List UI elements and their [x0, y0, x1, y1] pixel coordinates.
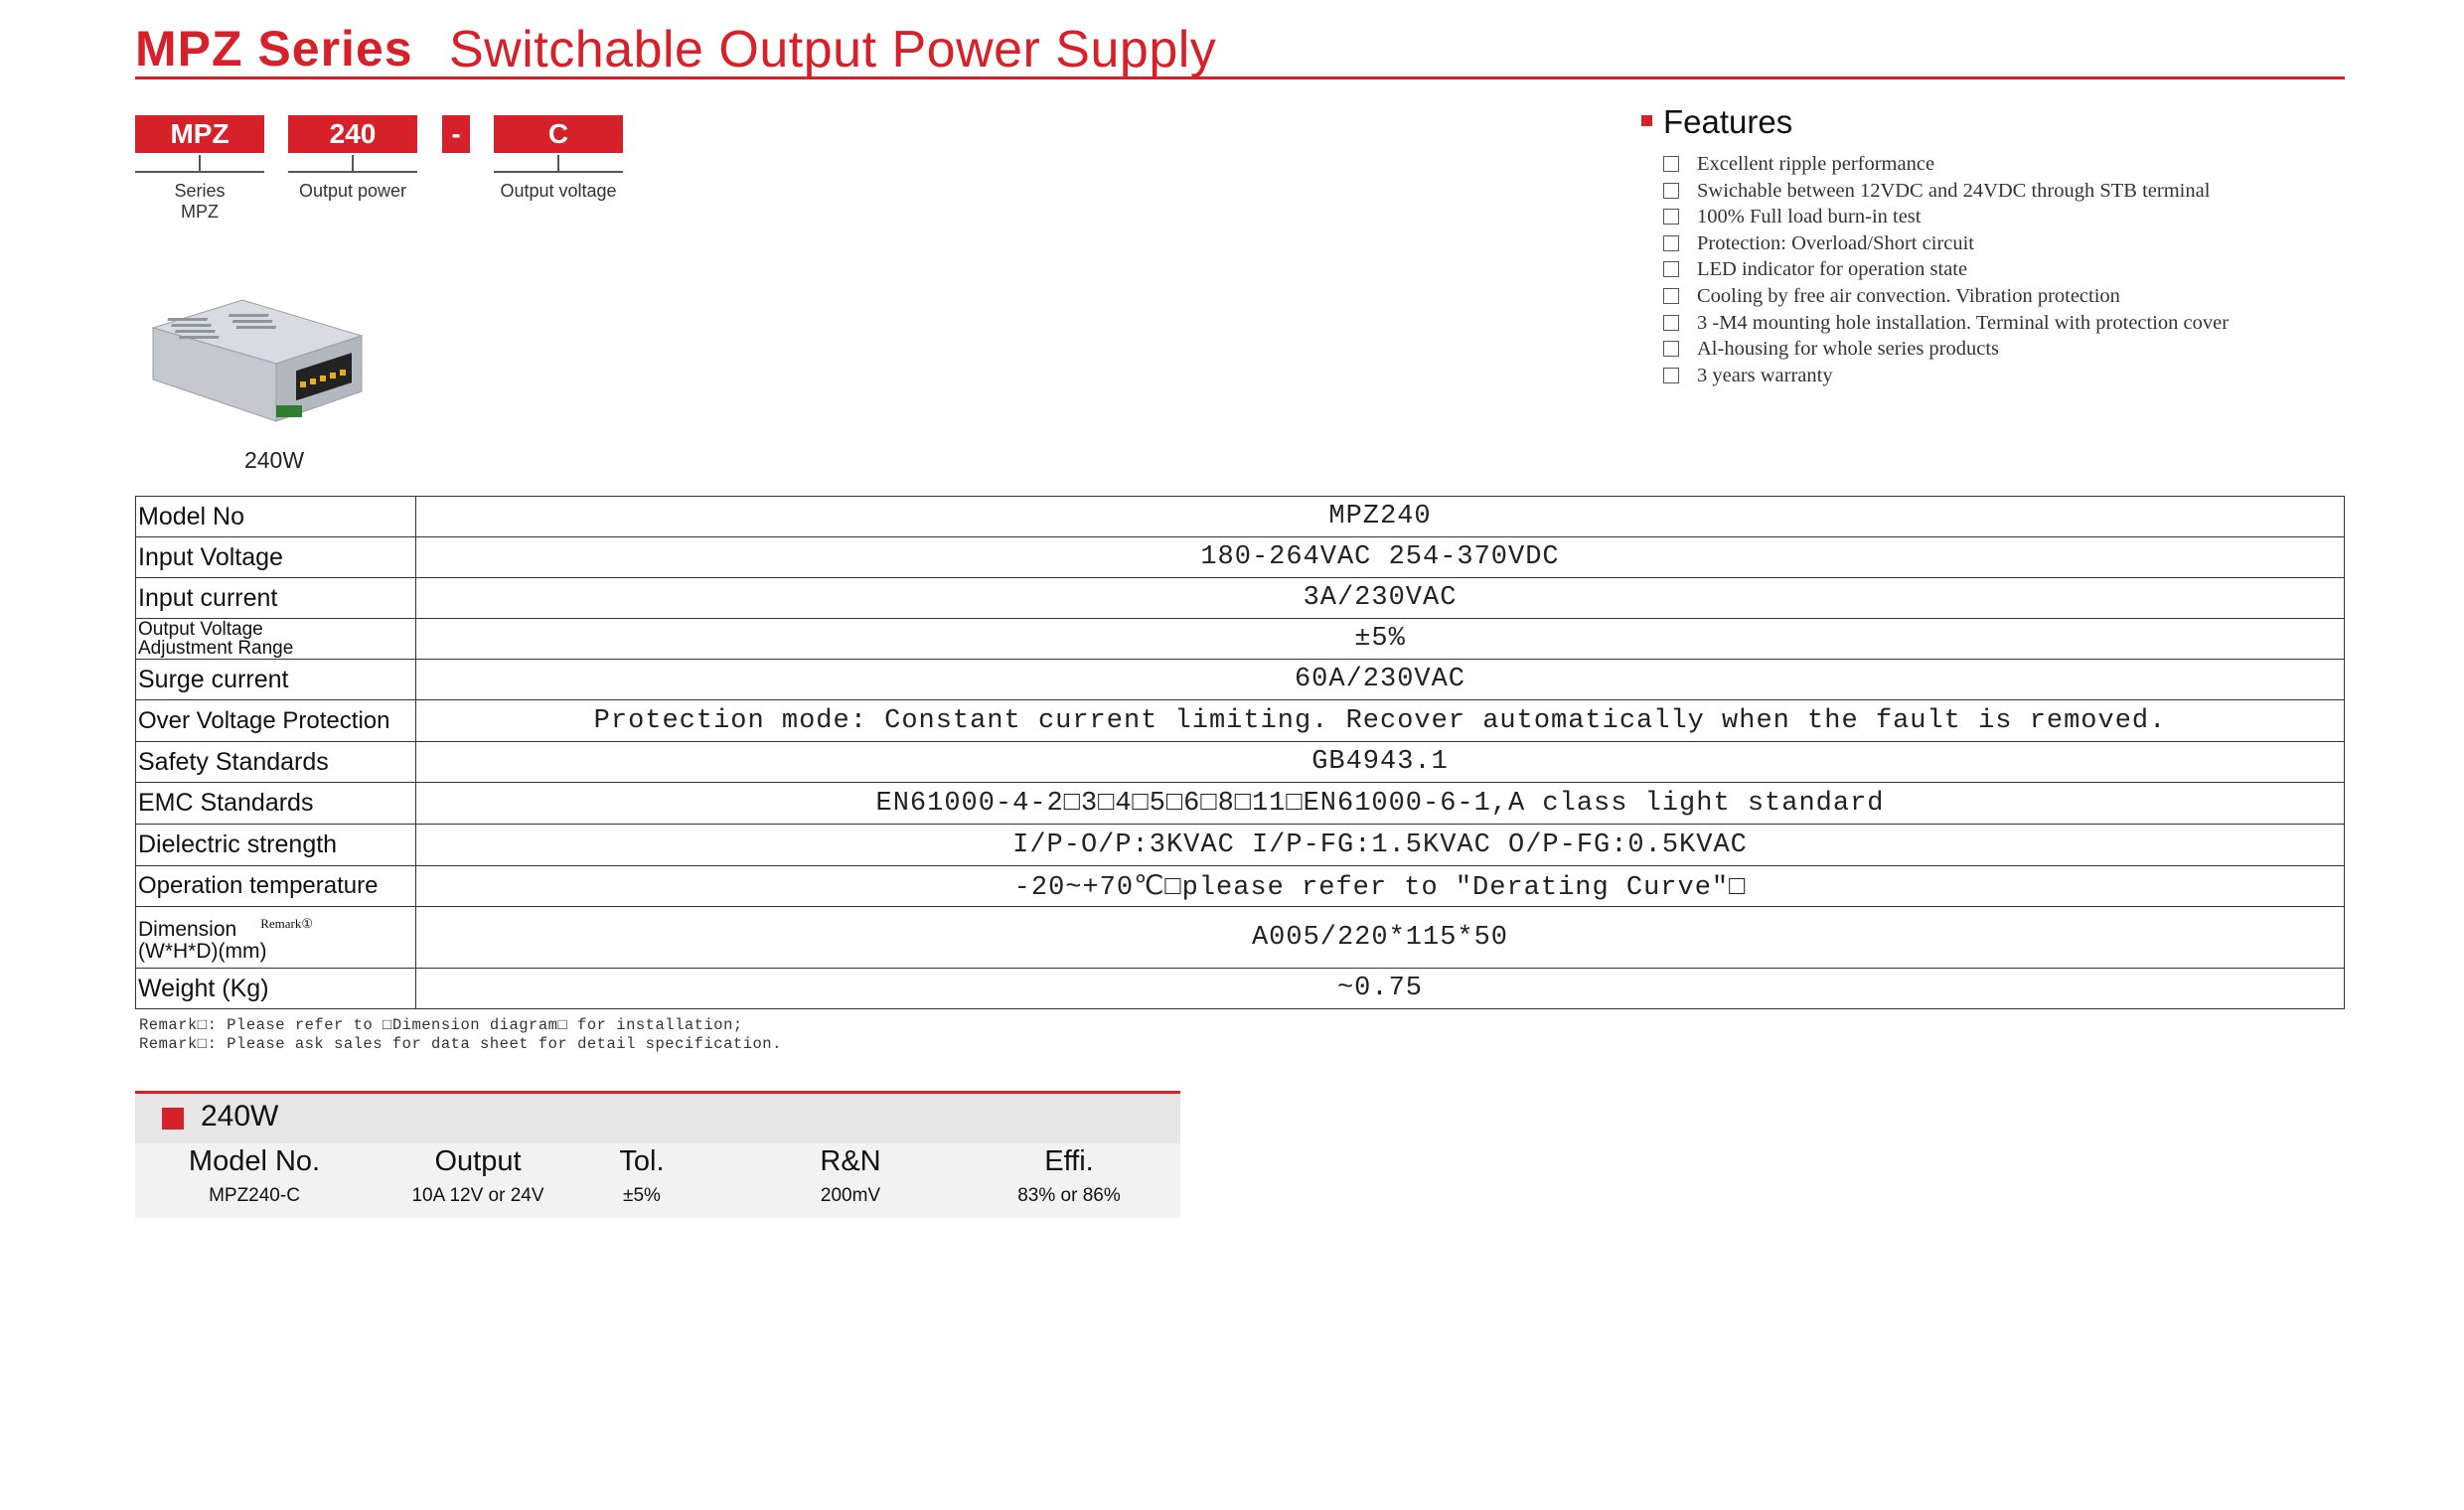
- spec-value: -20~+70℃□please refer to "Derating Curve…: [415, 865, 2345, 907]
- model-table: 240W Model No. Output Tol. R&N Effi. MPZ…: [135, 1091, 1180, 1218]
- checkbox-icon: [1663, 234, 1679, 251]
- feature-item: Cooling by free air convection. Vibratio…: [1663, 283, 2353, 310]
- code-underline-series: [135, 171, 264, 173]
- square-bullet-icon: [162, 1108, 184, 1130]
- table-cell: 10A 12V or 24V: [411, 1185, 544, 1206]
- code-box-series: MPZ: [135, 115, 264, 153]
- spec-value: ±5%: [415, 618, 2345, 660]
- checkbox-icon: [1663, 182, 1679, 199]
- spec-label: Safety Standards: [135, 741, 416, 783]
- spec-row-weight: Weight (Kg) ~0.75: [135, 968, 2345, 1009]
- feature-item: 3 years warranty: [1663, 363, 2353, 389]
- spec-row-temperature: Operation temperature -20~+70℃□please re…: [135, 865, 2345, 907]
- code-label-series-text: Series: [174, 181, 226, 201]
- spec-value: 60A/230VAC: [415, 659, 2345, 700]
- spec-row-input-current: Input current 3A/230VAC: [135, 577, 2345, 619]
- code-box-voltage: C: [494, 115, 623, 153]
- spec-row-ovp: Over Voltage Protection Protection mode:…: [135, 699, 2345, 742]
- spec-label: Dimension Remark① (W*H*D)(mm): [135, 906, 416, 969]
- code-underline-power: [288, 171, 417, 173]
- feature-item: 3 -M4 mounting hole installation. Termin…: [1663, 310, 2353, 337]
- code-label-series-value: MPZ: [181, 202, 219, 222]
- code-label-series: Series MPZ: [135, 181, 264, 223]
- spec-row-emc: EMC Standards EN61000-4-2□3□4□5□6□8□11□E…: [135, 782, 2345, 825]
- column-header: Output: [434, 1145, 522, 1177]
- remark-line: Remark□: Please ask sales for data sheet…: [139, 1035, 782, 1053]
- code-tick-series: [199, 155, 201, 171]
- code-underline-voltage: [494, 171, 623, 173]
- spec-row-safety: Safety Standards GB4943.1: [135, 741, 2345, 783]
- spec-label: Dielectric strength: [135, 824, 416, 866]
- model-table-header: 240W: [135, 1094, 1180, 1143]
- remark-marker: Remark①: [260, 915, 314, 931]
- spec-row-input-voltage: Input Voltage 180-264VAC 254-370VDC: [135, 536, 2345, 578]
- spec-label: Model No: [135, 496, 416, 537]
- remarks: Remark□: Please refer to □Dimension diag…: [139, 1016, 782, 1054]
- remark-line: Remark□: Please refer to □Dimension diag…: [139, 1016, 743, 1034]
- code-label-power: Output power: [298, 181, 407, 201]
- spec-value: EN61000-4-2□3□4□5□6□8□11□EN61000-6-1,A c…: [415, 782, 2345, 825]
- table-cell: 83% or 86%: [1017, 1185, 1121, 1206]
- spec-value: GB4943.1: [415, 741, 2345, 783]
- page-title: Switchable Output Power Supply: [449, 21, 1217, 78]
- square-bullet-icon: [1641, 115, 1652, 126]
- feature-item: LED indicator for operation state: [1663, 256, 2353, 283]
- spec-label: Over Voltage Protection: [135, 699, 416, 742]
- feature-item: Excellent ripple performance: [1663, 151, 2353, 178]
- table-cell: 200mV: [820, 1185, 881, 1206]
- spec-value: 3A/230VAC: [415, 577, 2345, 619]
- series-label: MPZ Series: [135, 21, 413, 76]
- column-header: Tol.: [619, 1145, 665, 1177]
- spec-row-model: Model No MPZ240: [135, 496, 2345, 537]
- feature-item: 100% Full load burn-in test: [1663, 204, 2353, 230]
- spec-value: I/P-O/P:3KVAC I/P-FG:1.5KVAC O/P-FG:0.5K…: [415, 824, 2345, 866]
- spec-value: 180-264VAC 254-370VDC: [415, 536, 2345, 578]
- spec-value: MPZ240: [415, 496, 2345, 537]
- spec-label: Operation temperature: [135, 865, 416, 907]
- checkbox-icon: [1663, 209, 1679, 226]
- feature-item: Protection: Overload/Short circuit: [1663, 230, 2353, 257]
- column-header: R&N: [820, 1145, 881, 1177]
- checkbox-icon: [1663, 287, 1679, 304]
- checkbox-icon: [1663, 156, 1679, 172]
- spec-row-dimension: Dimension Remark① (W*H*D)(mm) A005/220*11…: [135, 906, 2345, 969]
- code-box-power: 240: [288, 115, 417, 153]
- spec-row-dielectric: Dielectric strength I/P-O/P:3KVAC I/P-FG…: [135, 824, 2345, 866]
- page-header: MPZ Series Switchable Output Power Suppl…: [135, 18, 2345, 79]
- checkbox-icon: [1663, 367, 1679, 383]
- spec-value: Protection mode: Constant current limiti…: [415, 699, 2345, 742]
- code-tick-voltage: [557, 155, 559, 171]
- spec-row-surge-current: Surge current 60A/230VAC: [135, 659, 2345, 700]
- checkbox-icon: [1663, 314, 1679, 331]
- code-box-dash: -: [442, 115, 470, 153]
- product-image: [151, 299, 364, 422]
- features-heading: Features: [1637, 103, 2353, 141]
- code-label-voltage: Output voltage: [500, 181, 617, 201]
- model-table-title: 240W: [201, 1100, 279, 1132]
- features-title: Features: [1663, 103, 1793, 140]
- spec-label: Input Voltage: [135, 536, 416, 578]
- checkbox-icon: [1663, 261, 1679, 278]
- spec-value: A005/220*115*50: [415, 906, 2345, 969]
- checkbox-icon: [1663, 341, 1679, 358]
- features-section: Features Excellent ripple performance Sw…: [1637, 103, 2353, 388]
- column-header: Effi.: [1044, 1145, 1094, 1177]
- spec-label: Output Voltage Adjustment Range: [135, 618, 416, 660]
- spec-label: Weight (Kg): [135, 968, 416, 1009]
- table-cell: MPZ240-C: [209, 1185, 300, 1206]
- spec-table: Model No MPZ240 Input Voltage 180-264VAC…: [135, 496, 2345, 1009]
- feature-item: Swichable between 12VDC and 24VDC throug…: [1663, 178, 2353, 205]
- spec-label: Surge current: [135, 659, 416, 700]
- features-list: Excellent ripple performance Swichable b…: [1637, 151, 2353, 388]
- spec-row-output-adjust: Output Voltage Adjustment Range ±5%: [135, 618, 2345, 660]
- table-cell: ±5%: [623, 1185, 661, 1206]
- spec-label: Input current: [135, 577, 416, 619]
- feature-item: Al-housing for whole series products: [1663, 336, 2353, 363]
- spec-label: EMC Standards: [135, 782, 416, 825]
- code-tick-power: [352, 155, 354, 171]
- product-caption: 240W: [243, 447, 305, 473]
- column-header: Model No.: [188, 1145, 321, 1177]
- spec-value: ~0.75: [415, 968, 2345, 1009]
